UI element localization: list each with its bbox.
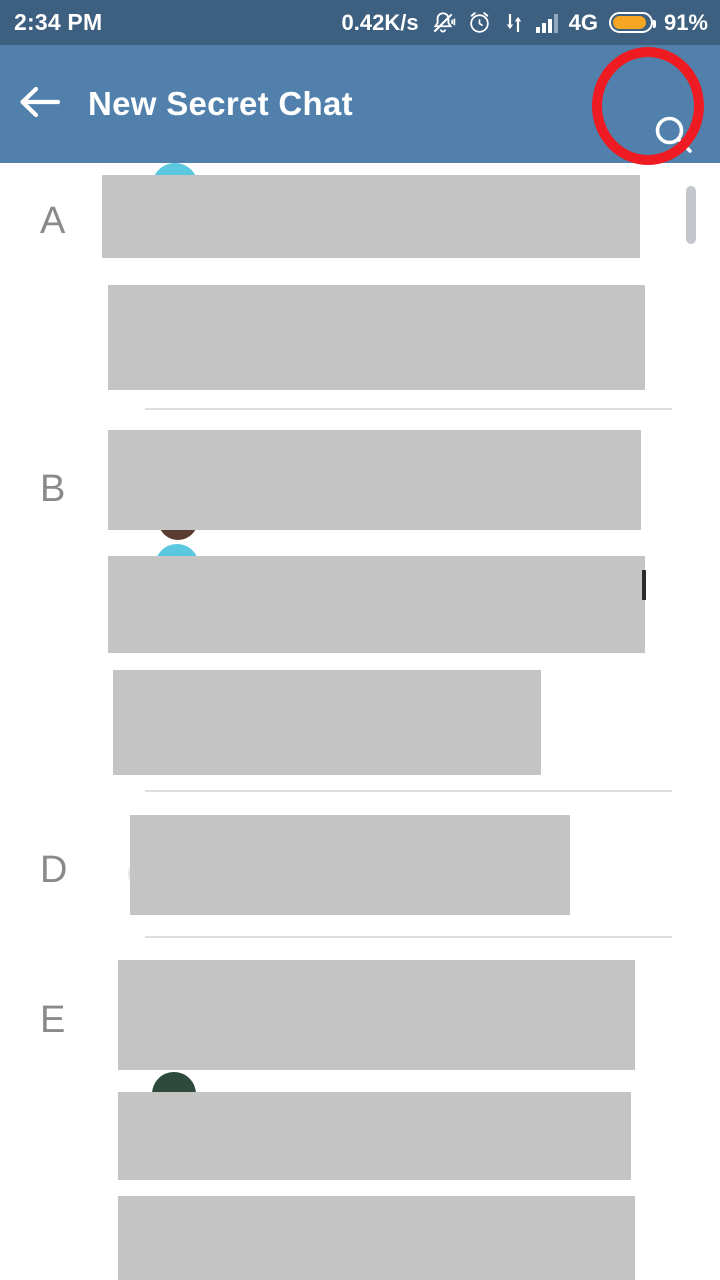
contact-name-redacted <box>130 815 570 915</box>
contact-name-redacted <box>108 285 645 390</box>
contact-name-redacted <box>108 556 645 653</box>
app-bar: New Secret Chat <box>0 45 720 163</box>
section-header-b: B <box>40 468 66 510</box>
back-button[interactable] <box>0 45 78 163</box>
battery-percent-label: 91% <box>663 9 708 35</box>
contact-name-redacted <box>118 960 635 1070</box>
data-transfer-icon <box>503 11 525 35</box>
back-arrow-icon <box>17 85 61 124</box>
status-bar-clock: 2:34 PM <box>14 9 103 35</box>
section-header-e: E <box>40 999 66 1041</box>
network-speed-label: 0.42K/s <box>341 9 419 35</box>
contact-list[interactable]: A B D E <box>0 163 720 1280</box>
battery-icon <box>608 12 656 33</box>
section-divider <box>145 408 672 410</box>
section-divider <box>145 936 672 938</box>
row-edge-marker <box>642 570 646 600</box>
section-header-d: D <box>40 849 68 891</box>
phone-screen: 2:34 PM 0.42K/s 4G 91% New Secret Chat A… <box>0 0 720 1280</box>
contact-name-redacted <box>118 1092 631 1180</box>
section-divider <box>145 790 672 792</box>
status-bar: 2:34 PM 0.42K/s 4G 91% <box>0 0 720 45</box>
contact-name-redacted <box>118 1196 635 1280</box>
notifications-muted-icon <box>430 10 456 36</box>
search-icon <box>649 111 697 164</box>
network-type-label: 4G <box>568 9 598 35</box>
status-bar-icons: 0.42K/s 4G 91% <box>342 10 708 36</box>
alarm-icon <box>467 10 492 35</box>
signal-bars-icon <box>535 13 558 33</box>
scrollbar-thumb[interactable] <box>686 186 696 244</box>
page-title: New Secret Chat <box>88 85 353 122</box>
section-header-a: A <box>40 200 66 242</box>
contact-name-redacted <box>113 670 541 775</box>
search-button[interactable] <box>640 104 706 170</box>
contact-name-redacted <box>102 175 640 258</box>
contact-name-redacted <box>108 430 641 530</box>
